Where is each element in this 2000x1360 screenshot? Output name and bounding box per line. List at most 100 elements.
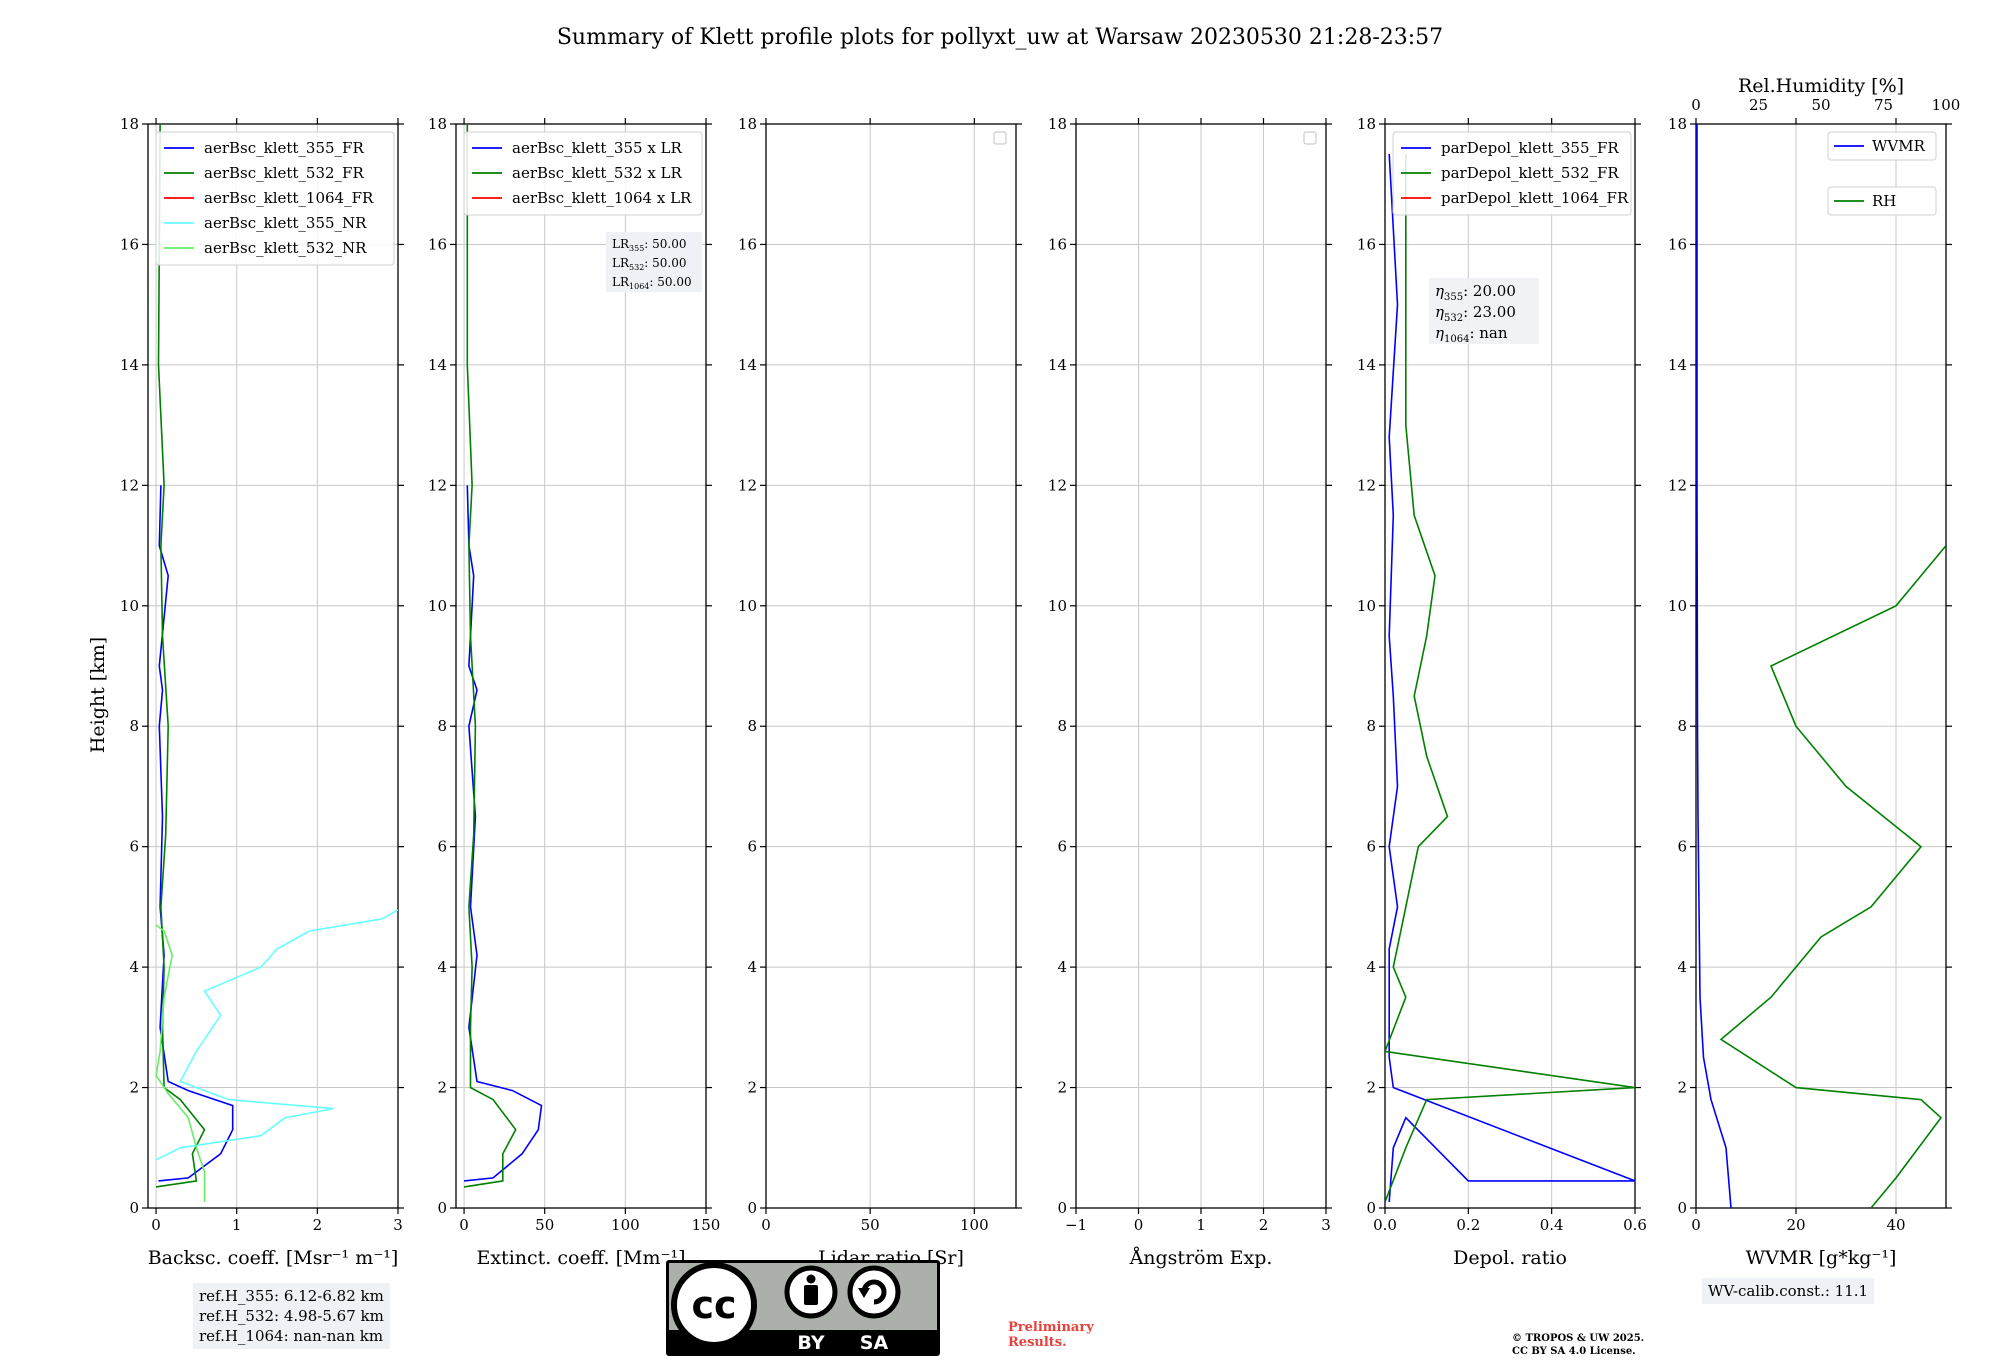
y-tick-label: 14 bbox=[1357, 356, 1376, 374]
legend-label: aerBsc_klett_532_FR bbox=[204, 164, 364, 182]
x-tick-label: 2 bbox=[1259, 1216, 1269, 1234]
x-tick-label: 20 bbox=[1786, 1216, 1805, 1234]
y-tick-label: 0 bbox=[747, 1199, 757, 1217]
y-tick-label: 0 bbox=[1057, 1199, 1067, 1217]
x-tick-label: 0.6 bbox=[1623, 1216, 1647, 1234]
y-tick-label: 16 bbox=[428, 235, 447, 253]
legend-label: aerBsc_klett_355_FR bbox=[204, 139, 364, 157]
legend-label: aerBsc_klett_532 x LR bbox=[512, 164, 683, 182]
preliminary-line-2: Results. bbox=[1008, 1335, 1067, 1350]
x-tick-label: 40 bbox=[1886, 1216, 1905, 1234]
y-tick-label: 10 bbox=[428, 597, 447, 615]
y-tick-label: 8 bbox=[1677, 717, 1687, 735]
x-tick-label: 100 bbox=[611, 1216, 640, 1234]
y-tick-label: 18 bbox=[428, 115, 447, 133]
x-tick-label: 0 bbox=[761, 1216, 771, 1234]
lr-entry-355: LR355: 50.00 bbox=[612, 237, 687, 253]
y-tick-label: 8 bbox=[1366, 717, 1376, 735]
y-tick-label: 8 bbox=[1057, 717, 1067, 735]
legend-label: aerBsc_klett_355 x LR bbox=[512, 139, 683, 157]
legend-label: aerBsc_klett_532_NR bbox=[204, 239, 367, 257]
panel-2: 0 2 4 6 8 10 12 14 16 18 0 50 100 150 Extinct. coeff. … bbox=[428, 115, 720, 1269]
series-line-aerBsc_klett_355 x LR bbox=[464, 485, 543, 1182]
y-tick-label: 14 bbox=[1668, 356, 1687, 374]
x-axis-label: Backsc. coeff. [Msr⁻¹ m⁻¹] bbox=[148, 1247, 399, 1269]
cc-by-label: BY bbox=[797, 1332, 824, 1354]
legend-label: parDepol_klett_1064_FR bbox=[1441, 189, 1629, 207]
y-tick-label: 2 bbox=[747, 1079, 757, 1097]
y-tick-label: 6 bbox=[437, 838, 447, 856]
preliminary-note: Preliminary Results. bbox=[1008, 1320, 1094, 1350]
lr-entry-532: LR532: 50.00 bbox=[612, 256, 687, 272]
wv-calibration-box: WV-calib.const.: 11.1 bbox=[1702, 1278, 1875, 1304]
y-tick-label: 0 bbox=[1677, 1199, 1687, 1217]
panel-1: 0246810121416180 1 2 3Backsc. coeff. [Msr⁻¹… bbox=[120, 115, 404, 1269]
empty-legend bbox=[993, 131, 1007, 145]
y-tick-label: 0 bbox=[1366, 1199, 1376, 1217]
series-line-WVMR bbox=[1696, 124, 1732, 1208]
y-tick-label: 6 bbox=[747, 838, 757, 856]
y-tick-label: 16 bbox=[738, 235, 757, 253]
y-tick-label: 14 bbox=[738, 356, 757, 374]
x2-tick-label: 25 bbox=[1749, 96, 1768, 114]
x-tick-label: 0 bbox=[1691, 1216, 1701, 1234]
x-axis-label: Ångström Exp. bbox=[1129, 1247, 1273, 1269]
y-tick-label: 2 bbox=[1057, 1079, 1067, 1097]
panel-4: 024681012141618−1 0 1 2 3Ångström Exp. bbox=[1048, 115, 1332, 1269]
y-tick-label: 4 bbox=[1366, 958, 1376, 976]
y-tick-label: 10 bbox=[1357, 597, 1376, 615]
y-tick-label: 16 bbox=[1357, 235, 1376, 253]
x-tick-label: 0 bbox=[459, 1216, 469, 1234]
panels: 0246810121416180 1 2 3Backsc. coeff. [Msr⁻¹… bbox=[120, 75, 1960, 1269]
y-tick-label: 8 bbox=[129, 717, 139, 735]
y-tick-label: 14 bbox=[1048, 356, 1067, 374]
x2-tick-label: 75 bbox=[1874, 96, 1893, 114]
empty-legend bbox=[1303, 131, 1317, 145]
x-tick-label: 50 bbox=[535, 1216, 554, 1234]
x-axis-label: Depol. ratio bbox=[1453, 1247, 1567, 1269]
plot-frame bbox=[147, 123, 399, 1209]
y-tick-label: 4 bbox=[437, 958, 447, 976]
plot-frame bbox=[1695, 123, 1947, 1209]
x-tick-label: 2 bbox=[313, 1216, 323, 1234]
y-tick-label: 8 bbox=[437, 717, 447, 735]
x-tick-label: 1 bbox=[232, 1216, 242, 1234]
figure: Summary of Klett profile plots for polly… bbox=[87, 25, 1960, 1269]
y-tick-label: 6 bbox=[1677, 838, 1687, 856]
y-tick-label: 0 bbox=[129, 1199, 139, 1217]
series-line-aerBsc_klett_355_NR bbox=[155, 909, 398, 1161]
y-tick-label: 18 bbox=[738, 115, 757, 133]
legend-label: RH bbox=[1872, 192, 1896, 210]
x-tick-label: 0.4 bbox=[1540, 1216, 1564, 1234]
y-tick-label: 4 bbox=[1677, 958, 1687, 976]
panel-3: 0246810121416180 50 100Lidar ratio [Sr] bbox=[738, 115, 1022, 1269]
copyright-note: © TROPOS & UW 2025. CC BY SA 4.0 License… bbox=[1512, 1332, 1644, 1358]
legend-label: aerBsc_klett_355_NR bbox=[204, 214, 367, 232]
y-tick-label: 10 bbox=[1048, 597, 1067, 615]
wv-calibration-text: WV-calib.const.: 11.1 bbox=[1708, 1282, 1869, 1300]
x-tick-label: 150 bbox=[692, 1216, 721, 1234]
y-tick-label: 6 bbox=[129, 838, 139, 856]
y-tick-label: 10 bbox=[120, 597, 139, 615]
y-axis-label: Height [km] bbox=[87, 637, 109, 753]
x-tick-label: −1 bbox=[1065, 1216, 1087, 1234]
cc-license-badge: cc BY SA bbox=[666, 1260, 940, 1356]
y-tick-label: 18 bbox=[1357, 115, 1376, 133]
x-tick-label: 3 bbox=[393, 1216, 403, 1234]
y-tick-label: 10 bbox=[738, 597, 757, 615]
series-line-aerBsc_klett_532_FR bbox=[155, 124, 206, 1188]
series-line-aerBsc_klett_532 x LR bbox=[463, 124, 517, 1188]
y-tick-label: 4 bbox=[747, 958, 757, 976]
x2-tick-label: 100 bbox=[1932, 96, 1961, 114]
lr-entry-1064: LR1064: 50.00 bbox=[612, 275, 692, 291]
x2-tick-label: 50 bbox=[1811, 96, 1830, 114]
y-tick-label: 2 bbox=[1677, 1079, 1687, 1097]
y-tick-label: 10 bbox=[1668, 597, 1687, 615]
y-tick-label: 14 bbox=[120, 356, 139, 374]
x-axis-label: Extinct. coeff. [Mm⁻¹] bbox=[476, 1247, 685, 1269]
series-line-aerBsc_klett_355_FR bbox=[158, 485, 234, 1182]
preliminary-line-1: Preliminary bbox=[1008, 1320, 1094, 1335]
copyright-line-2: CC BY SA 4.0 License. bbox=[1512, 1346, 1636, 1357]
legend-label: parDepol_klett_532_FR bbox=[1441, 164, 1619, 182]
x-tick-label: 0.2 bbox=[1456, 1216, 1480, 1234]
